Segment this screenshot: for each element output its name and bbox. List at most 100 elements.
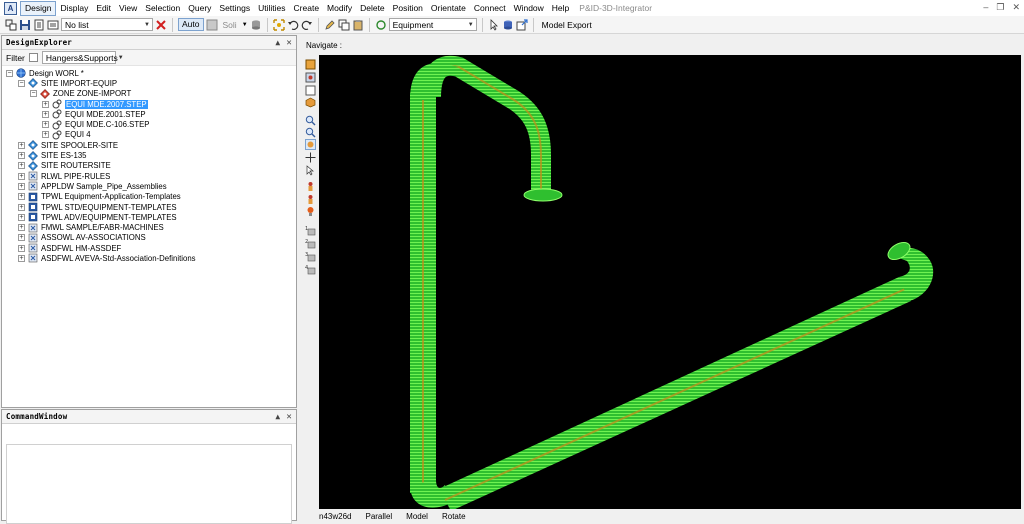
paste-icon[interactable] [352,19,364,31]
expand-icon[interactable]: + [18,213,25,221]
status-action[interactable]: Rotate [442,512,466,521]
saved-view-4-icon[interactable]: 4 [305,264,316,275]
document-icon[interactable] [33,19,45,31]
pin-icon[interactable]: ▲ [275,38,280,47]
expand-icon[interactable]: + [18,182,25,190]
tree-node-label[interactable]: ASSOWL AV-ASSOCIATIONS [41,233,146,242]
tree-node[interactable]: − Design WORL * [2,68,296,78]
filter-checkbox[interactable] [28,53,38,62]
tree-node[interactable]: + TPWL Equipment-Application-Templates [2,192,296,202]
pipe-model-render[interactable] [319,55,1021,511]
status-mode[interactable]: Model [406,512,428,521]
menu-help[interactable]: Help [548,0,573,16]
close-icon[interactable]: ✕ [286,38,292,48]
solid-dropdown-icon[interactable]: ▼ [242,22,248,28]
expand-icon[interactable]: + [42,100,49,108]
walk-icon[interactable] [305,72,316,83]
expand-icon[interactable]: + [42,110,49,118]
expand-icon[interactable]: + [18,152,25,160]
rotate-icon[interactable] [305,139,316,150]
tree-node-label[interactable]: ZONE ZONE-IMPORT [53,89,131,98]
pan-icon[interactable] [305,152,316,163]
menu-orientate[interactable]: Orientate [427,0,470,16]
tree-node[interactable]: + SITE ROUTERSITE [2,160,296,171]
tree-node[interactable]: + SITE SPOOLER-SITE [2,140,296,151]
collapse-icon[interactable]: − [6,69,13,77]
pipe-run[interactable] [410,55,934,511]
expand-icon[interactable]: + [18,162,25,170]
collapse-icon[interactable]: − [30,90,37,98]
3d-viewport[interactable] [319,55,1021,511]
database-icon[interactable] [250,19,262,31]
tree-node-label[interactable]: SITE ROUTERSITE [41,161,111,170]
expand-icon[interactable]: + [18,141,25,149]
pipe-end-flange-top[interactable] [523,188,563,202]
tree-node-label[interactable]: EQUI MDE.C-106.STEP [65,120,150,129]
tree-node-label[interactable]: Design WORL * [29,69,84,78]
tree-node-label[interactable]: EQUI MDE.2007.STEP [65,99,148,109]
menu-position[interactable]: Position [389,0,427,16]
select-tool-icon[interactable] [5,19,17,31]
cylinder-icon[interactable] [502,19,514,31]
expand-icon[interactable]: + [18,172,25,180]
menu-edit[interactable]: Edit [92,0,115,16]
tree-node-label[interactable]: RLWL PIPE-RULES [41,172,110,181]
menu-query[interactable]: Query [184,0,215,16]
save-icon[interactable] [19,19,31,31]
close-icon[interactable]: ✕ [286,412,292,422]
color-swatch-icon[interactable] [206,19,218,31]
tree-node[interactable]: + RLWL PIPE-RULES [2,171,296,181]
tree-node[interactable]: + TPWL STD/EQUIPMENT-TEMPLATES [2,202,296,212]
menu-utilities[interactable]: Utilities [254,0,289,16]
tree-node-label[interactable]: ASDFWL HM-ASSDEF [41,244,121,253]
collapse-icon[interactable]: − [18,79,25,87]
tree-node[interactable]: + EQUI MDE.C-106.STEP [2,119,296,130]
menu-selection[interactable]: Selection [141,0,184,16]
tree-node-label[interactable]: APPLDW Sample_Pipe_Assemblies [41,182,167,191]
tree-node[interactable]: + ASDFWL HM-ASSDEF [2,243,296,253]
export-icon[interactable] [516,18,528,31]
equipment-select[interactable]: Equipment ▼ [388,18,477,31]
fly-icon[interactable] [305,194,316,205]
tree-node[interactable]: + EQUI 4 [2,130,296,140]
tree-node-label[interactable]: SITE ES-135 [41,151,87,160]
tree-node[interactable]: + SITE ES-135 [2,150,296,161]
minimize-icon[interactable]: – [983,2,988,13]
expand-icon[interactable]: + [18,234,25,242]
status-projection[interactable]: Parallel [365,512,392,521]
pointer-icon[interactable] [488,18,500,31]
tree-node-label[interactable]: TPWL ADV/EQUIPMENT-TEMPLATES [41,213,177,222]
auto-button[interactable]: Auto [178,18,204,31]
tree-node[interactable]: − ZONE ZONE-IMPORT [2,88,296,99]
menu-delete[interactable]: Delete [356,0,389,16]
tree-node-label[interactable]: TPWL STD/EQUIPMENT-TEMPLATES [41,203,177,212]
app-logo-icon[interactable]: A [4,1,17,15]
tree-node[interactable]: + FMWL SAMPLE/FABR-MACHINES [2,222,296,232]
tree-node[interactable]: + EQUI MDE.2007.STEP [2,99,296,109]
pin-icon[interactable]: ▲ [275,412,280,421]
tree-node-label[interactable]: FMWL SAMPLE/FABR-MACHINES [41,223,164,232]
pointer-icon[interactable] [305,165,316,176]
delete-x-icon[interactable] [155,19,167,31]
menu-create[interactable]: Create [290,0,324,16]
tree-node[interactable]: + ASSOWL AV-ASSOCIATIONS [2,233,296,243]
tree-node-label[interactable]: SITE IMPORT-EQUIP [41,79,117,88]
copy-icon[interactable] [338,19,350,31]
tree-node[interactable]: − SITE IMPORT-EQUIP [2,78,296,89]
expand-icon[interactable]: + [18,203,25,211]
zoom-out-icon[interactable] [305,127,316,138]
view-settings-icon[interactable] [305,59,316,70]
list-icon[interactable] [47,19,59,31]
tree-node[interactable]: + TPWL ADV/EQUIPMENT-TEMPLATES [2,212,296,222]
menu-settings[interactable]: Settings [215,0,254,16]
edit-pencil-icon[interactable] [324,19,336,31]
command-input-area[interactable] [6,444,292,524]
tree-node[interactable]: + APPLDW Sample_Pipe_Assemblies [2,181,296,191]
menu-design[interactable]: Design [20,0,57,16]
light-icon[interactable] [305,206,316,217]
menu-connect[interactable]: Connect [470,0,510,16]
cube-icon[interactable] [305,97,316,108]
menu-modify[interactable]: Modify [323,0,356,16]
expand-icon[interactable]: + [42,131,49,139]
menu-window[interactable]: Window [510,0,548,16]
